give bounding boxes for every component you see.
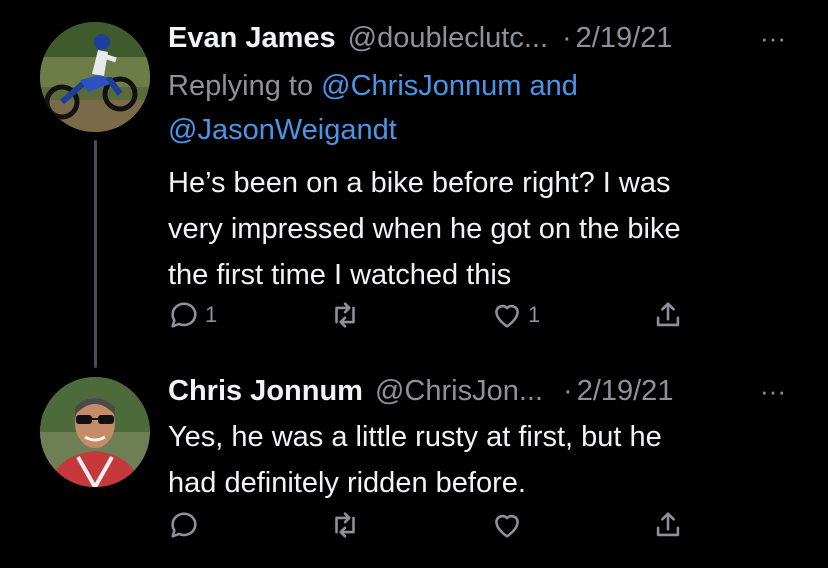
- share-icon: [656, 302, 680, 327]
- share-button[interactable]: [651, 298, 685, 332]
- author-name[interactable]: Chris Jonnum: [168, 375, 363, 408]
- tweet-header: Chris Jonnum @ChrisJon... · 2/19/21: [168, 373, 788, 409]
- author-handle[interactable]: @doubleclutc...: [348, 22, 548, 55]
- motocross-rider-avatar-icon: [40, 22, 150, 132]
- heart-icon: [495, 304, 519, 328]
- mention-jasonweigandt[interactable]: @JasonWeigandt: [168, 114, 397, 146]
- tweet-text: He’s been on a bike before right? I was …: [168, 160, 788, 298]
- heart-icon: [495, 514, 519, 538]
- tweet-text: Yes, he was a little rusty at first, but…: [168, 414, 788, 506]
- author-name[interactable]: Evan James: [168, 22, 336, 55]
- tweet-text-line: very impressed when he got on the bike: [168, 213, 681, 245]
- avatar[interactable]: [40, 377, 150, 487]
- more-options-icon[interactable]: ···: [760, 23, 786, 54]
- reply-count: 1: [205, 302, 218, 327]
- retweet-button[interactable]: [328, 298, 366, 332]
- mention-and: and: [521, 70, 578, 102]
- author-handle[interactable]: @ChrisJon...: [375, 375, 543, 408]
- separator-dot: ·: [562, 21, 572, 54]
- reply-icon: [171, 512, 197, 538]
- tweet-text-line: He’s been on a bike before right? I was: [168, 167, 671, 199]
- tweet-header: Evan James @doubleclutc... · 2/19/21: [168, 20, 788, 56]
- retweet-icon: [335, 302, 355, 328]
- reply-icon: [171, 302, 197, 328]
- tweet-text-line: the first time I watched this: [168, 259, 512, 291]
- retweet-button[interactable]: [328, 508, 366, 542]
- retweet-icon: [335, 512, 355, 538]
- tweet-date[interactable]: 2/19/21: [577, 375, 674, 408]
- man-sunglasses-avatar-icon: [40, 377, 150, 487]
- tweet-evan-james[interactable]: Evan James @doubleclutc... · 2/19/21 ···…: [0, 0, 828, 372]
- tweet-actions: 1 1: [0, 298, 828, 338]
- separator-dot: ·: [563, 374, 573, 407]
- tweet-text-line: Yes, he was a little rusty at first, but…: [168, 421, 662, 453]
- tweet-actions: [0, 508, 828, 548]
- like-button[interactable]: [490, 508, 528, 542]
- like-button[interactable]: 1: [490, 298, 540, 332]
- replying-to: Replying to @ChrisJonnum and @JasonWeiga…: [168, 64, 728, 152]
- more-options-icon[interactable]: ···: [760, 376, 786, 407]
- more-menu-wrap: ···: [760, 20, 786, 56]
- reply-button[interactable]: 1: [167, 298, 217, 332]
- mention-chrisjonnum[interactable]: @ChrisJonnum: [321, 70, 521, 102]
- more-menu-wrap: ···: [760, 373, 786, 409]
- tweet-date[interactable]: 2/19/21: [576, 22, 673, 55]
- share-icon: [656, 512, 680, 537]
- avatar[interactable]: [40, 22, 150, 132]
- share-button[interactable]: [651, 508, 685, 542]
- replying-prefix: Replying to: [168, 70, 322, 102]
- tweet-text-line: had definitely ridden before.: [168, 467, 526, 499]
- reply-button[interactable]: [167, 508, 205, 542]
- like-count: 1: [528, 302, 541, 327]
